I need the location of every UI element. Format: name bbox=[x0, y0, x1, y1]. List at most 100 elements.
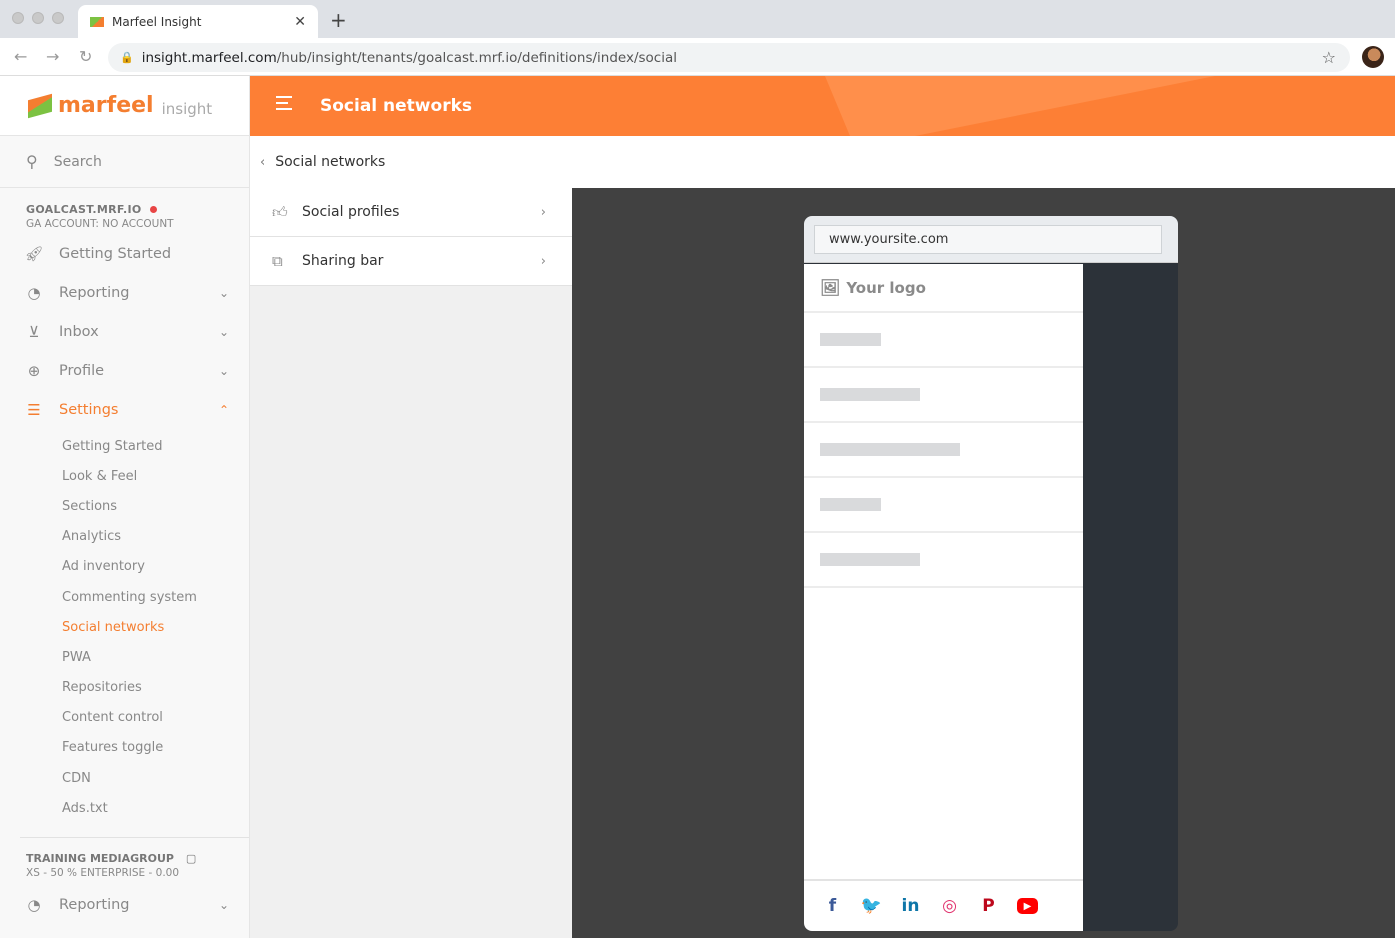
org-name: TRAINING MEDIAGROUP bbox=[26, 852, 174, 866]
settings-look-feel[interactable]: Look & Feel bbox=[0, 461, 249, 491]
placeholder-row bbox=[804, 368, 1083, 423]
image-icon: 🖼︎ bbox=[820, 278, 841, 297]
preview-logo: 🖼︎ Your logo bbox=[804, 264, 1083, 313]
settings-ads-txt[interactable]: Ads.txt bbox=[0, 793, 249, 823]
window-minimize-button[interactable] bbox=[32, 12, 44, 24]
browser-tabstrip: Marfeel Insight ✕ + bbox=[0, 0, 1395, 38]
nav-label: Inbox bbox=[59, 323, 99, 340]
panel-item-sharing-bar[interactable]: ⧉ Sharing bar › bbox=[250, 237, 572, 286]
linkedin-icon[interactable]: in bbox=[900, 896, 921, 917]
placeholder-row bbox=[804, 313, 1083, 368]
logo-brand: marfeel bbox=[58, 93, 154, 118]
facebook-icon[interactable]: f bbox=[822, 896, 843, 917]
favicon-icon bbox=[90, 16, 104, 27]
placeholder-bar bbox=[820, 498, 881, 511]
profile-avatar[interactable] bbox=[1362, 46, 1384, 68]
sidebar: marfeel insight ⚲ Search GOALCAST.MRF.IO… bbox=[0, 76, 250, 938]
settings-content-control[interactable]: Content control bbox=[0, 703, 249, 733]
panel-item-social-profiles[interactable]: 👍︎ Social profiles › bbox=[250, 188, 572, 237]
phone-address-bar: www.yoursite.com bbox=[804, 216, 1178, 263]
breadcrumb[interactable]: ‹ Social networks bbox=[250, 136, 1395, 188]
placeholder-bar bbox=[820, 553, 920, 566]
sidebar-item-getting-started[interactable]: 🚀︎ Getting Started bbox=[0, 234, 249, 273]
settings-ad-inventory[interactable]: Ad inventory bbox=[0, 552, 249, 582]
sidebar-item-profile[interactable]: ⊕ Profile ⌄ bbox=[0, 351, 249, 390]
sidebar-search[interactable]: ⚲ Search bbox=[0, 136, 249, 188]
logo-placeholder-label: Your logo bbox=[846, 278, 926, 297]
menu-icon[interactable] bbox=[276, 96, 292, 114]
new-tab-button[interactable]: + bbox=[330, 8, 347, 32]
nav-label: Reporting bbox=[59, 284, 130, 301]
globe-icon: ⊕ bbox=[27, 361, 41, 380]
tenant-ga-account: GA ACCOUNT: NO ACCOUNT bbox=[26, 218, 174, 230]
browser-tab[interactable]: Marfeel Insight ✕ bbox=[78, 5, 318, 38]
nav-label: Getting Started bbox=[59, 245, 172, 262]
chevron-right-icon: › bbox=[540, 253, 546, 269]
tab-title: Marfeel Insight bbox=[112, 14, 202, 29]
logo[interactable]: marfeel insight bbox=[0, 76, 249, 136]
organization-info: TRAINING MEDIAGROUP ▢ XS - 50 % ENTERPRI… bbox=[0, 838, 249, 879]
chevron-down-icon: ⌄ bbox=[218, 285, 229, 300]
phone-mockup: www.yoursite.com 🖼︎ Your logo f 🐦 in ◎ P ▶ bbox=[804, 216, 1178, 931]
settings-cdn[interactable]: CDN bbox=[0, 763, 249, 793]
panel-item-label: Social profiles bbox=[302, 204, 400, 220]
status-dot bbox=[149, 206, 157, 213]
sidebar-item-settings[interactable]: ☰ Settings ⌃ bbox=[0, 390, 249, 429]
tenant-info: GOALCAST.MRF.IO GA ACCOUNT: NO ACCOUNT bbox=[0, 188, 249, 230]
sidebar-item-reporting[interactable]: ◔ Reporting ⌄ bbox=[0, 273, 249, 312]
settings-sections[interactable]: Sections bbox=[0, 491, 249, 521]
placeholder-bar bbox=[820, 443, 960, 456]
ghost-icon: ▢ bbox=[185, 852, 197, 866]
tab-close-icon[interactable]: ✕ bbox=[294, 14, 306, 30]
settings-repositories[interactable]: Repositories bbox=[0, 673, 249, 703]
chevron-down-icon: ⌄ bbox=[218, 897, 229, 912]
search-placeholder: Search bbox=[53, 153, 102, 170]
chevron-right-icon: › bbox=[540, 204, 546, 220]
search-icon: ⚲ bbox=[26, 152, 38, 171]
bookmark-star-icon[interactable]: ☆ bbox=[1322, 48, 1336, 67]
reload-icon[interactable]: ↻ bbox=[79, 47, 92, 66]
placeholder-bar bbox=[820, 333, 881, 346]
marfeel-logo-icon bbox=[28, 93, 52, 118]
placeholder-row bbox=[804, 478, 1083, 533]
lock-icon: 🔒 bbox=[120, 51, 134, 64]
pie-chart-icon: ◔ bbox=[27, 283, 41, 302]
panel-item-label: Sharing bar bbox=[302, 253, 384, 269]
twitter-icon[interactable]: 🐦 bbox=[861, 896, 882, 917]
org-plan: XS - 50 % ENTERPRISE - 0.00 bbox=[26, 867, 180, 880]
youtube-icon[interactable]: ▶ bbox=[1017, 898, 1038, 914]
browser-toolbar: ← → ↻ 🔒 insight.marfeel.com/hub/insight/… bbox=[0, 38, 1395, 76]
instagram-icon[interactable]: ◎ bbox=[939, 896, 960, 917]
settings-getting-started[interactable]: Getting Started bbox=[0, 431, 249, 461]
address-bar[interactable]: 🔒 insight.marfeel.com/hub/insight/tenant… bbox=[108, 43, 1350, 72]
nav-label: Reporting bbox=[59, 896, 130, 913]
settings-commenting-system[interactable]: Commenting system bbox=[0, 582, 249, 612]
nav-label: Settings bbox=[59, 401, 119, 418]
share-icon: ⧉ bbox=[272, 252, 283, 270]
settings-pwa[interactable]: PWA bbox=[0, 642, 249, 672]
pinterest-icon[interactable]: P bbox=[978, 896, 999, 917]
chevron-left-icon[interactable]: ‹ bbox=[260, 155, 265, 170]
sidebar-item-org-reporting[interactable]: ◔ Reporting ⌄ bbox=[0, 885, 249, 924]
settings-features-toggle[interactable]: Features toggle bbox=[0, 733, 249, 763]
back-icon[interactable]: ← bbox=[14, 47, 27, 66]
chevron-down-icon: ⌄ bbox=[218, 324, 229, 339]
thumbs-up-icon: 👍︎ bbox=[272, 202, 288, 221]
sidebar-item-inbox[interactable]: ⊻ Inbox ⌄ bbox=[0, 312, 249, 351]
sliders-icon: ☰ bbox=[27, 400, 41, 419]
settings-analytics[interactable]: Analytics bbox=[0, 522, 249, 552]
chevron-up-icon: ⌃ bbox=[218, 402, 229, 417]
window-close-button[interactable] bbox=[12, 12, 24, 24]
url-text: insight.marfeel.com/hub/insight/tenants/… bbox=[141, 49, 677, 66]
forward-icon[interactable]: → bbox=[46, 47, 59, 66]
page-header: Social networks bbox=[250, 76, 1395, 136]
settings-panel: 👍︎ Social profiles › ⧉ Sharing bar › bbox=[250, 188, 572, 938]
rocket-icon: 🚀︎ bbox=[24, 244, 44, 263]
settings-social-networks[interactable]: Social networks bbox=[0, 612, 249, 642]
sharing-bar: f 🐦 in ◎ P ▶ bbox=[804, 879, 1083, 931]
window-zoom-button[interactable] bbox=[52, 12, 64, 24]
placeholder-bar bbox=[820, 388, 920, 401]
mobile-preview-area: www.yoursite.com 🖼︎ Your logo f 🐦 in ◎ P ▶ bbox=[572, 188, 1395, 938]
placeholder-row bbox=[804, 533, 1083, 588]
breadcrumb-label: Social networks bbox=[275, 154, 386, 170]
